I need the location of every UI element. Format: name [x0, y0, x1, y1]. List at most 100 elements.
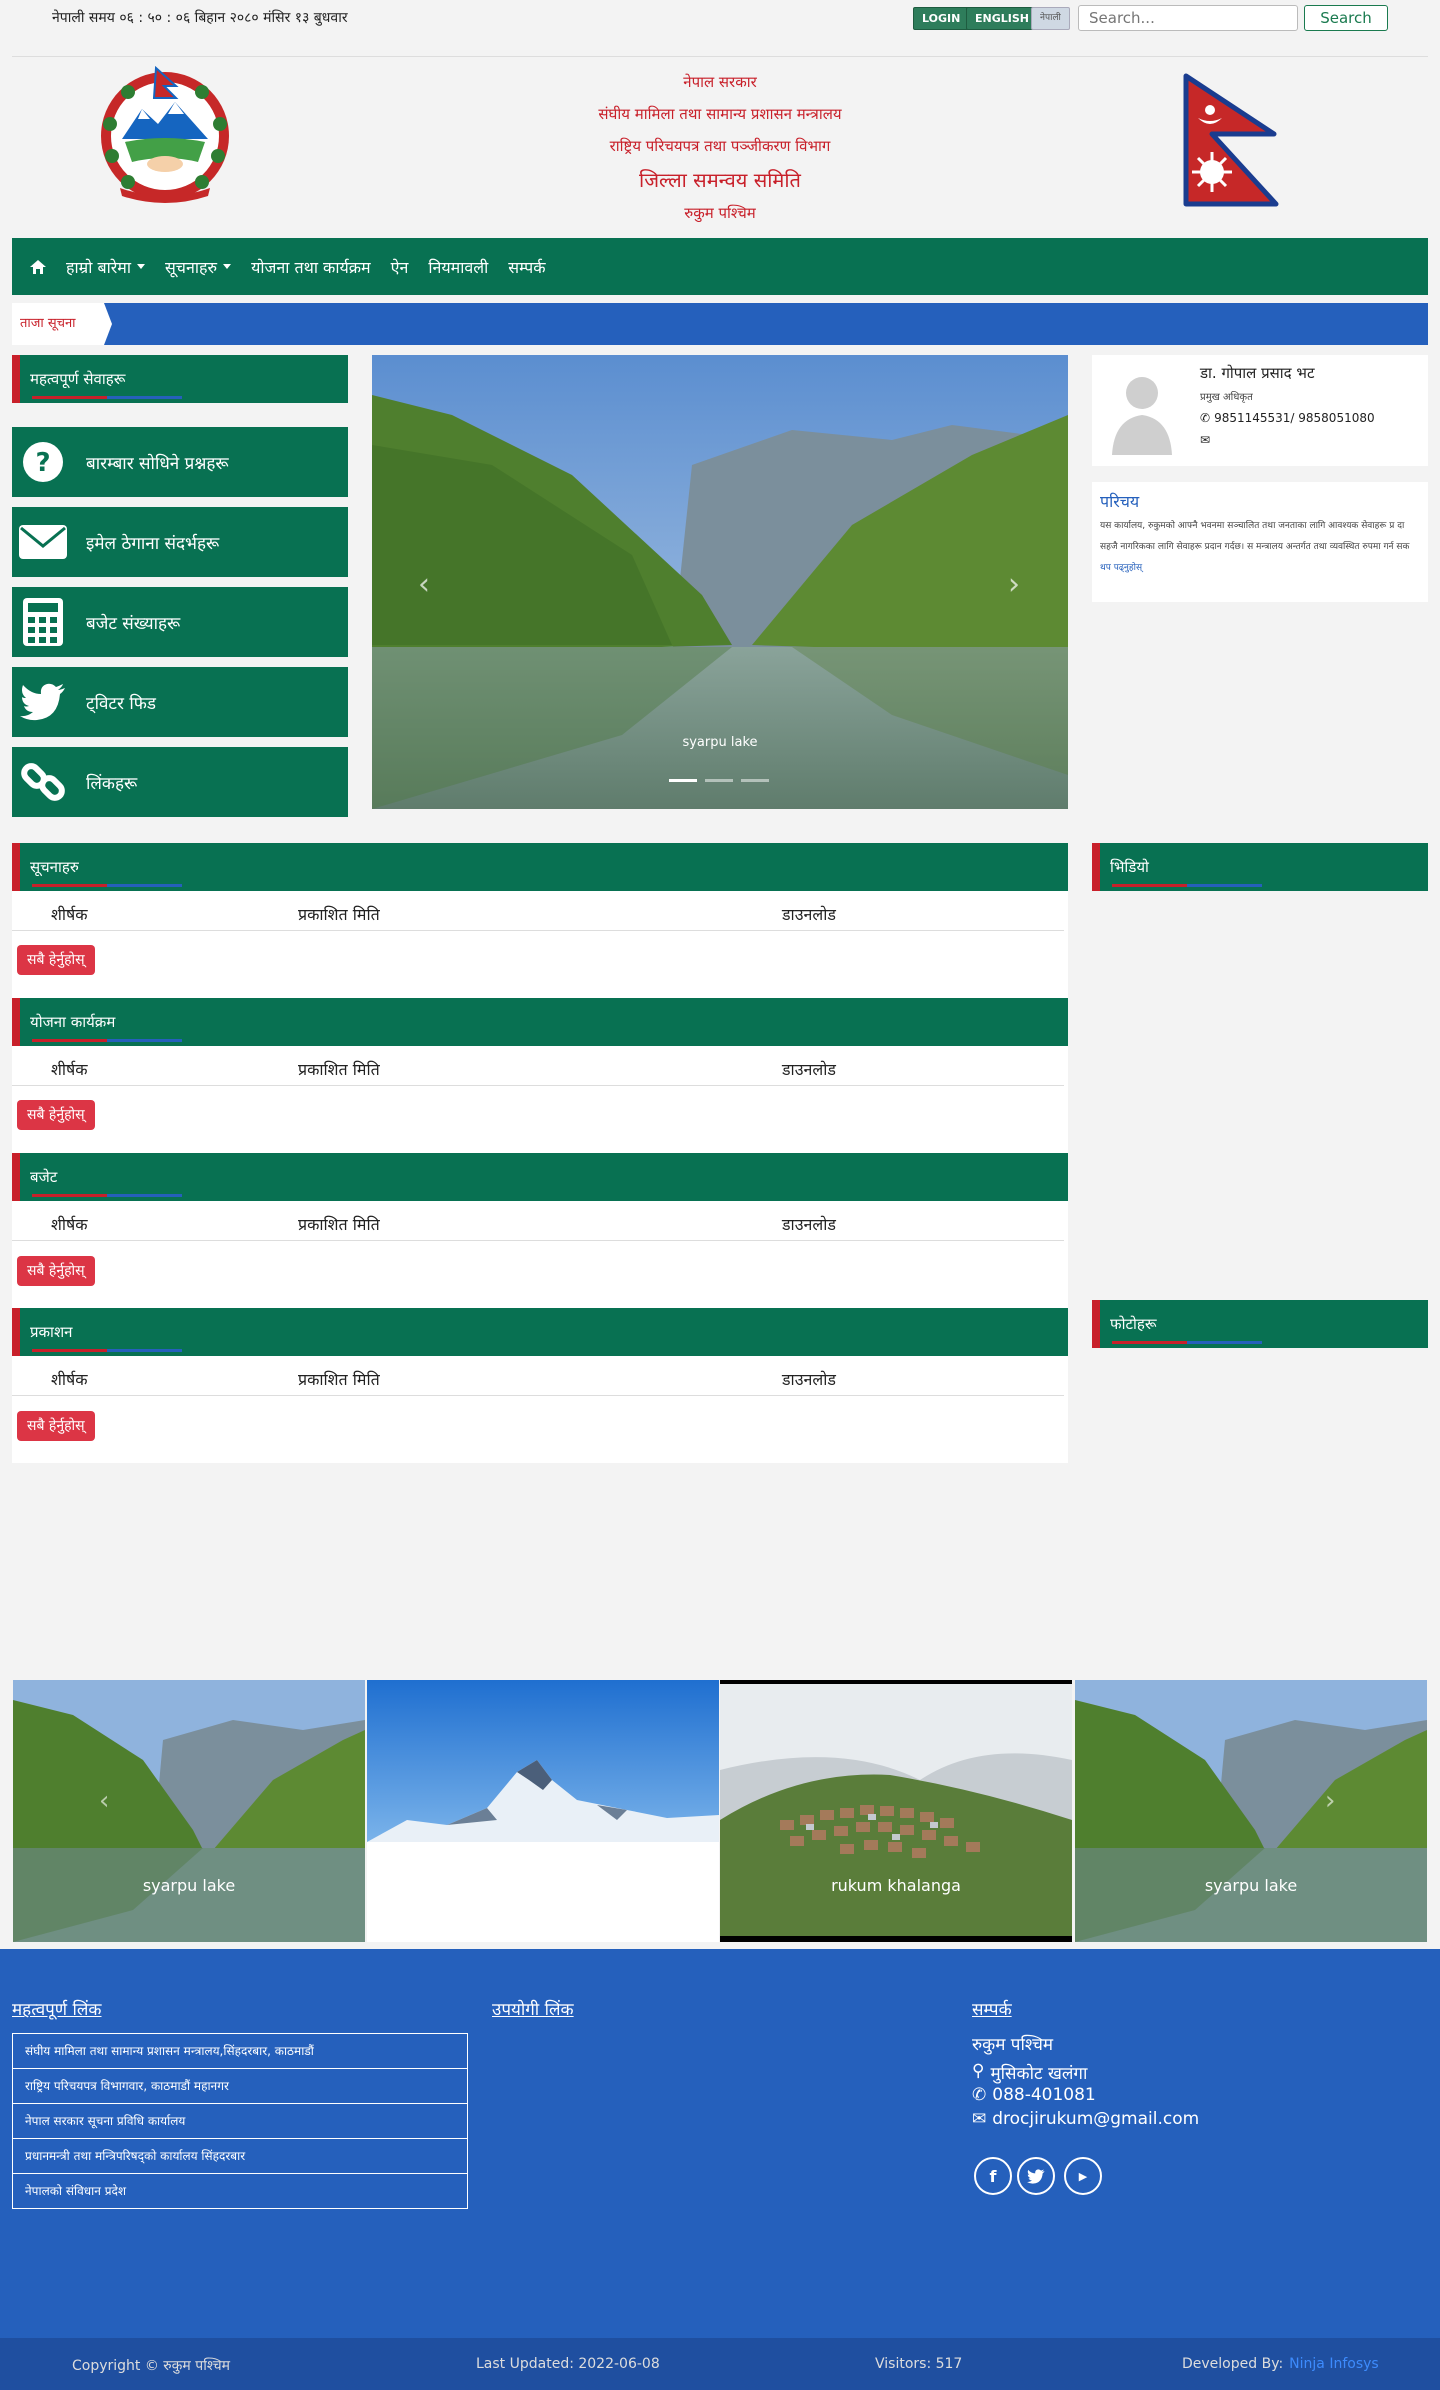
mountain-photo: [367, 1680, 719, 1842]
header-line-3: राष्ट्रिय परिचयपत्र तथा पञ्जीकरण विभाग: [609, 137, 831, 155]
slide-indicator[interactable]: [741, 779, 769, 782]
nav-notices-label: सूचनाहरु: [164, 257, 218, 277]
map-marker-icon: ⚲: [972, 2061, 985, 2081]
service-tile-faq[interactable]: ? बारम्बार सोधिने प्रश्नहरू: [12, 427, 348, 497]
footer-email: ✉ drocjirukum@gmail.com: [972, 2109, 1199, 2129]
column-download: डाउनलोड: [782, 1215, 836, 1234]
column-title: शीर्षक: [51, 905, 88, 924]
search-input[interactable]: [1078, 5, 1298, 31]
footer-link[interactable]: नेपालको संविधान प्रदेश: [13, 2174, 467, 2208]
slide-indicator-active[interactable]: [669, 779, 697, 782]
section-title: सूचनाहरु: [30, 858, 79, 876]
slide-indicator[interactable]: [705, 779, 733, 782]
question-icon: ?: [12, 440, 74, 484]
gallery-item-4[interactable]: syarpu lake ›: [1075, 1680, 1427, 1942]
facebook-icon[interactable]: f: [974, 2157, 1012, 2195]
bottom-bar: Copyright © रुकुम पश्चिम Last Updated: 2…: [0, 2338, 1440, 2390]
chevron-right-icon[interactable]: ›: [1325, 1786, 1335, 1816]
view-all-button[interactable]: सबै हेर्नुहोस्: [17, 1411, 95, 1441]
gallery-caption: rukum khalanga: [831, 1876, 961, 1895]
nav-about-label: हाम्रो बारेमा: [66, 257, 131, 277]
tile-label: लिंकहरू: [86, 773, 138, 794]
section-header-photos: फोटोहरू: [1092, 1300, 1428, 1348]
phone-icon: ✆: [972, 2085, 987, 2105]
column-title: शीर्षक: [51, 1215, 88, 1234]
footer-useful-links-title: उपयोगी लिंक: [492, 2000, 574, 2020]
service-tile-email[interactable]: इमेल ठेगाना संदर्भहरू: [12, 507, 348, 577]
header-underline: [32, 884, 182, 887]
footer-link[interactable]: संघीय मामिला तथा सामान्य प्रशासन मन्त्रा…: [13, 2034, 467, 2069]
envelope-icon: ✉: [972, 2109, 987, 2129]
footer-link[interactable]: नेपाल सरकार सूचना प्रविधि कार्यालय: [13, 2104, 467, 2139]
section-title: योजना कार्यक्रम: [30, 1013, 116, 1031]
service-tile-links[interactable]: लिंकहरू: [12, 747, 348, 817]
chevron-left-icon[interactable]: ‹: [99, 1786, 109, 1816]
section-title: फोटोहरू: [1110, 1315, 1157, 1333]
developer-credit: Developed By: Ninja Infosys: [1182, 2356, 1379, 2372]
table-header: शीर्षक प्रकाशित मिति डाउनलोड: [12, 1048, 1064, 1086]
email-text[interactable]: drocjirukum@gmail.com: [992, 2109, 1199, 2129]
section-title: प्रकाशन: [30, 1323, 73, 1341]
officer-phone: ✆ 9851145531/ 9858051080: [1200, 411, 1375, 425]
youtube-icon[interactable]: ▶: [1064, 2157, 1102, 2195]
tile-label: बजेट संख्याहरू: [86, 613, 181, 634]
services-header: महत्वपूर्ण सेवाहरू: [12, 355, 348, 403]
read-more-link[interactable]: थप पढ्नुहोस्: [1100, 563, 1142, 573]
login-button[interactable]: LOGIN: [913, 7, 970, 30]
visitor-count: Visitors: 517: [875, 2356, 963, 2372]
service-tile-budget[interactable]: बजेट संख्याहरू: [12, 587, 348, 657]
nav-about[interactable]: हाम्रो बारेमा: [66, 256, 145, 278]
officer-designation: प्रमुख अधिकृत: [1200, 392, 1253, 403]
service-tile-twitter[interactable]: ट्विटर फिड: [12, 667, 348, 737]
gallery-item-2[interactable]: [367, 1680, 719, 1942]
twitter-icon[interactable]: [1017, 2157, 1055, 2195]
services-title: महत्वपूर्ण सेवाहरू: [30, 370, 126, 388]
search-button[interactable]: Search: [1304, 5, 1388, 31]
svg-text:?: ?: [35, 448, 50, 478]
footer-phone: ✆ 088-401081: [972, 2085, 1096, 2105]
chevron-right-icon[interactable]: ›: [1008, 567, 1020, 602]
section-header-publications: प्रकाशन: [12, 1308, 1068, 1356]
view-all-button[interactable]: सबै हेर्नुहोस्: [17, 945, 95, 975]
envelope-icon: [12, 524, 74, 560]
footer-link[interactable]: प्रधानमन्त्री तथा मन्त्रिपरिषद्को कार्या…: [13, 2139, 467, 2174]
section-title: बजेट: [30, 1168, 58, 1186]
tile-label: ट्विटर फिड: [86, 693, 156, 714]
gallery-caption: syarpu lake: [142, 1876, 236, 1895]
section-header-budget: बजेट: [12, 1153, 1068, 1201]
town-photo: [720, 1680, 1072, 1942]
main-navigation: हाम्रो बारेमा सूचनाहरु योजना तथा कार्यक्…: [12, 238, 1428, 295]
header-underline: [32, 396, 182, 399]
section-header-notices: सूचनाहरु: [12, 843, 1068, 891]
envelope-icon: ✉: [1200, 433, 1211, 447]
nav-acts[interactable]: ऐन: [391, 256, 409, 278]
nepali-time: नेपाली समय ०६ : ५० : ०६ बिहान २०८० मंसिर…: [52, 10, 348, 26]
chevron-down-icon: [223, 264, 232, 269]
nav-plans[interactable]: योजना तथा कार्यक्रम: [251, 256, 371, 278]
gallery-item-3[interactable]: rukum khalanga: [720, 1680, 1072, 1942]
footer-links-list: संघीय मामिला तथा सामान्य प्रशासन मन्त्रा…: [12, 2033, 468, 2209]
image-slider[interactable]: ‹ › syarpu lake: [372, 355, 1068, 809]
home-icon[interactable]: [30, 259, 46, 274]
view-all-button[interactable]: सबै हेर्नुहोस्: [17, 1100, 95, 1130]
chevron-left-icon[interactable]: ‹: [418, 567, 430, 602]
table-header: शीर्षक प्रकाशित मिति डाउनलोड: [12, 1203, 1064, 1241]
footer-link[interactable]: राष्ट्रिय परिचयपत्र विभागवार, काठमाडौं म…: [13, 2069, 467, 2104]
header-line-1: नेपाल सरकार: [683, 73, 757, 91]
column-download: डाउनलोड: [782, 1370, 836, 1389]
header-underline: [1112, 1341, 1262, 1344]
lake-photo: [13, 1680, 365, 1942]
nav-regulations[interactable]: नियमावली: [428, 256, 488, 278]
twitter-icon: [12, 683, 74, 721]
gallery-item-1[interactable]: syarpu lake ‹: [13, 1680, 365, 1942]
developer-link[interactable]: Ninja Infosys: [1289, 2356, 1379, 2372]
tile-label: बारम्बार सोधिने प्रश्नहरू: [86, 453, 229, 474]
last-updated: Last Updated: 2022-06-08: [476, 2356, 660, 2372]
nav-notices[interactable]: सूचनाहरु: [164, 256, 232, 278]
view-all-button[interactable]: सबै हेर्नुहोस्: [17, 1256, 95, 1286]
column-date: प्रकाशित मिति: [298, 1370, 380, 1389]
nepali-button[interactable]: नेपाली: [1031, 7, 1070, 30]
english-button[interactable]: ENGLISH: [966, 7, 1038, 30]
nav-contact[interactable]: सम्पर्क: [508, 256, 545, 278]
intro-title: परिचय: [1100, 492, 1140, 511]
